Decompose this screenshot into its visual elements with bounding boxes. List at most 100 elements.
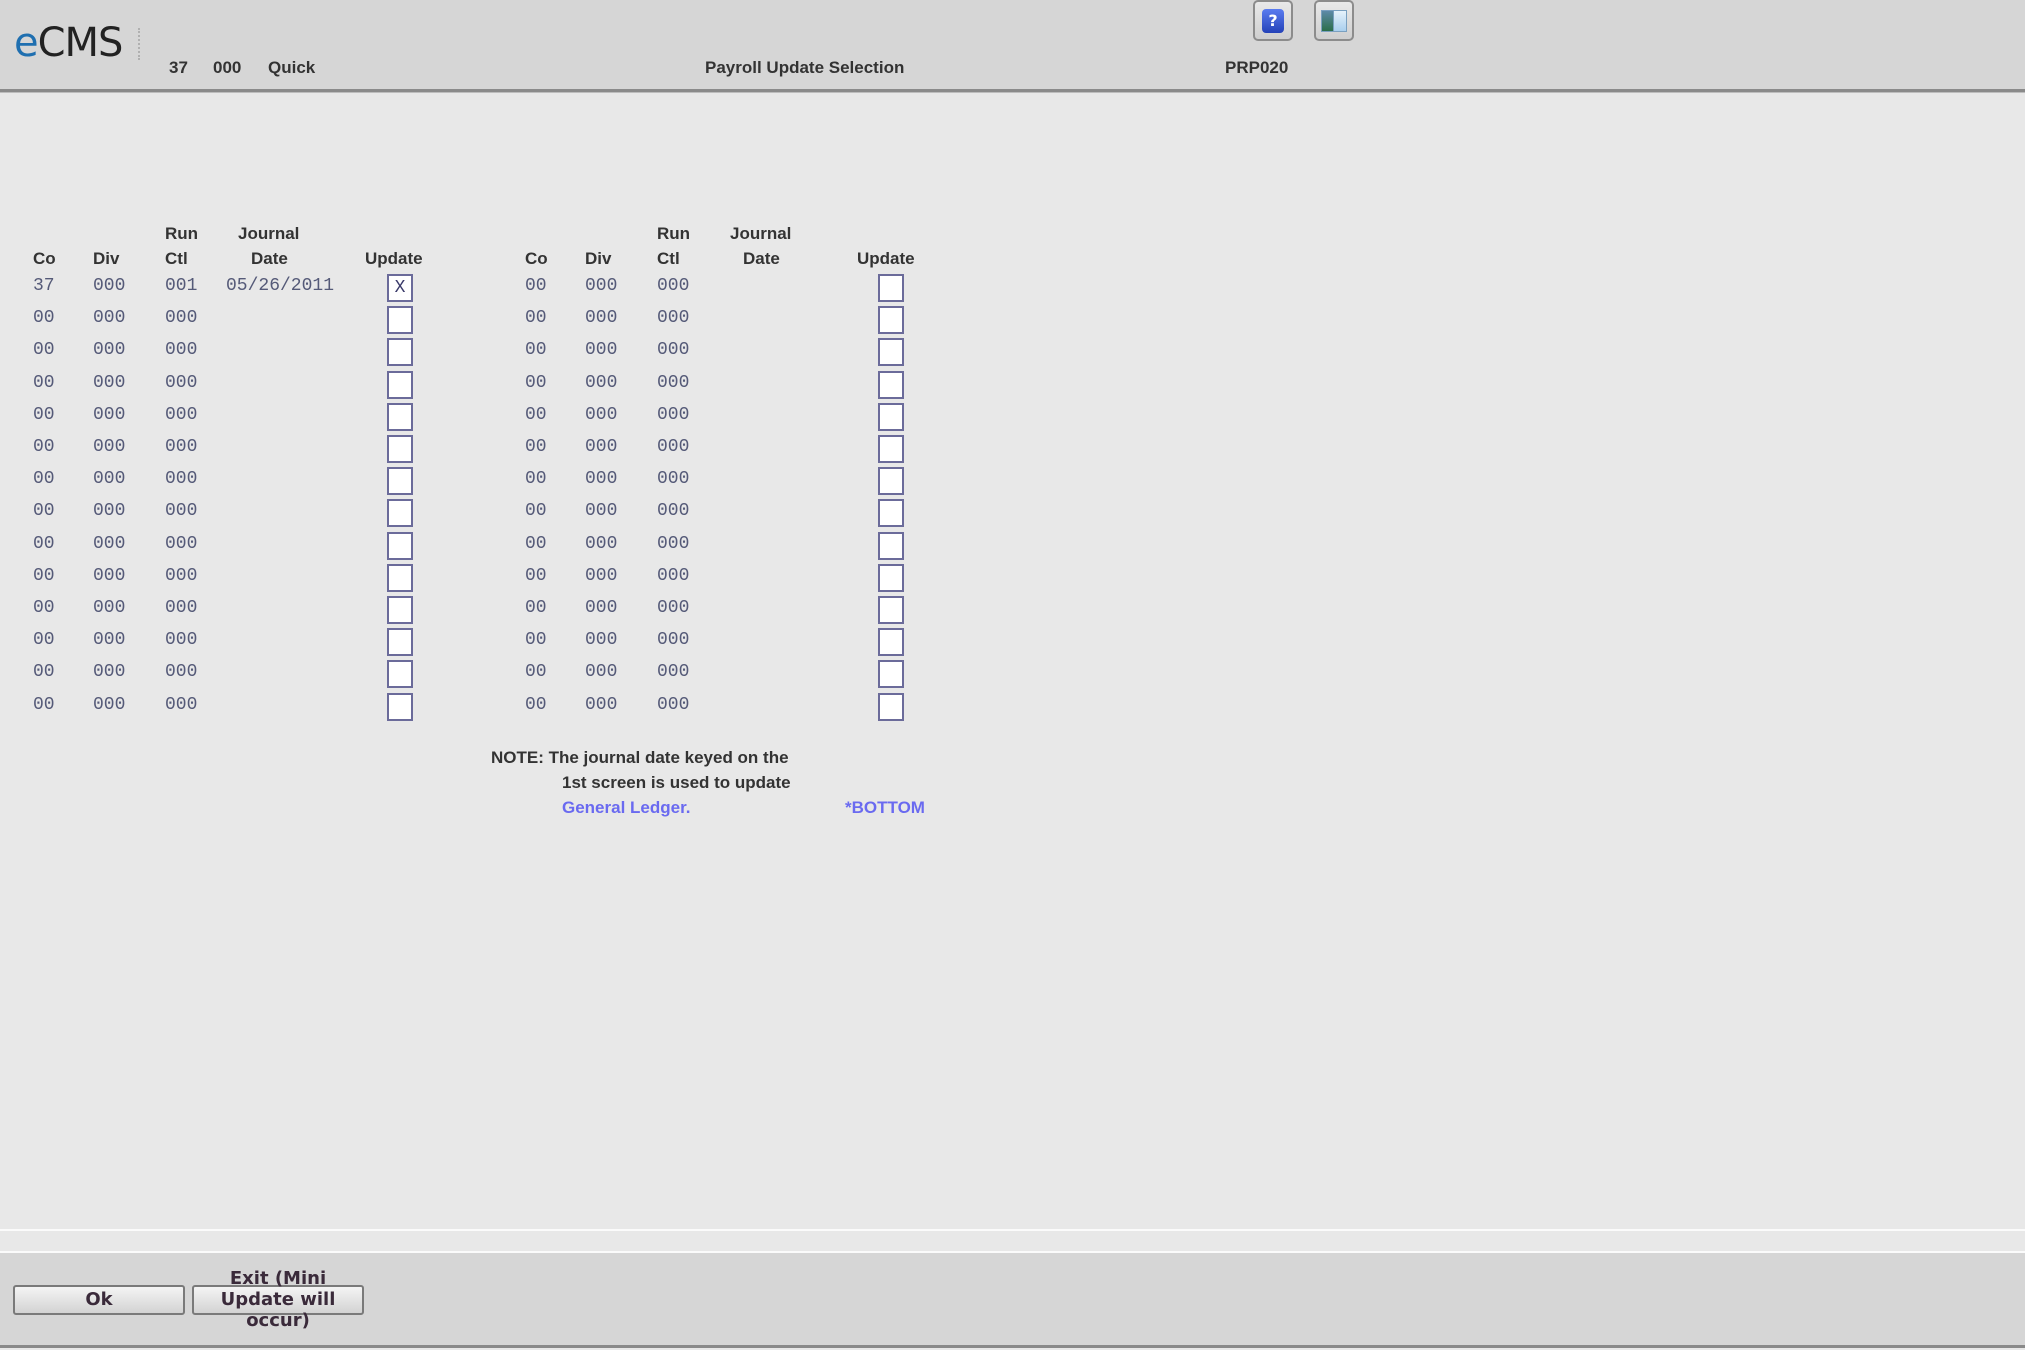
- update-checkbox[interactable]: [878, 435, 904, 463]
- run-ctl-value: 000: [165, 533, 198, 554]
- run-ctl-value: 000: [165, 308, 198, 329]
- col-header-run: Run: [165, 224, 199, 243]
- help-button[interactable]: ?: [1253, 0, 1293, 41]
- col-header-journal: Journal: [730, 224, 792, 243]
- update-checkbox[interactable]: [878, 499, 904, 528]
- run-ctl-value: 000: [657, 565, 690, 586]
- col-header-update: Update: [365, 249, 423, 268]
- update-checkbox[interactable]: [387, 531, 413, 560]
- run-ctl-value: 000: [165, 694, 198, 715]
- ok-button[interactable]: Ok: [13, 1285, 185, 1315]
- update-checkbox[interactable]: [387, 435, 413, 463]
- div-value: 000: [93, 340, 126, 361]
- header-bar: eCMS 37 000 Quick Payroll Update Selecti…: [0, 0, 2025, 92]
- run-ctl-value: 000: [165, 340, 198, 361]
- col-header-div: Div: [585, 249, 612, 268]
- co-value: 00: [525, 340, 547, 361]
- update-checkbox[interactable]: [878, 628, 904, 657]
- run-ctl-value: 000: [657, 533, 690, 554]
- run-ctl-value: 001: [165, 276, 198, 296]
- co-value: 00: [33, 372, 55, 393]
- co-value: 00: [525, 469, 547, 490]
- div-value: 000: [93, 469, 126, 490]
- div-value: 000: [585, 630, 618, 651]
- run-ctl-value: 000: [165, 437, 198, 457]
- update-checkbox[interactable]: [387, 660, 413, 689]
- col-header-update: Update: [857, 249, 915, 268]
- update-checkbox[interactable]: [878, 596, 904, 624]
- co-value: 00: [525, 694, 547, 715]
- co-value: 00: [525, 662, 547, 683]
- col-header-ctl: Ctl: [165, 249, 188, 268]
- div-value: 000: [585, 501, 618, 522]
- co-value: 00: [33, 501, 55, 522]
- co-value: 00: [525, 437, 547, 457]
- div-value: 000: [585, 308, 618, 329]
- update-checkbox[interactable]: [878, 338, 904, 367]
- co-value: 00: [33, 340, 55, 361]
- update-checkbox[interactable]: [387, 692, 413, 721]
- update-checkbox[interactable]: [387, 370, 413, 399]
- col-header-ctl: Ctl: [657, 249, 680, 268]
- co-value: 00: [33, 598, 55, 618]
- div-value: 000: [93, 533, 126, 554]
- update-checkbox[interactable]: [387, 563, 413, 592]
- div-value: 000: [585, 404, 618, 425]
- window-icon: [1321, 9, 1347, 32]
- update-checkbox[interactable]: [878, 692, 904, 721]
- co-value: 00: [33, 404, 55, 425]
- company-code: 37: [169, 58, 188, 77]
- update-checkbox[interactable]: [387, 467, 413, 496]
- div-value: 000: [93, 598, 126, 618]
- journal-date-value: 05/26/2011: [226, 276, 335, 296]
- update-checkbox[interactable]: [387, 499, 413, 528]
- col-header-date: Date: [743, 249, 780, 268]
- note-line-3: General Ledger.: [562, 798, 691, 817]
- update-checkbox[interactable]: [878, 531, 904, 560]
- update-checkbox[interactable]: [878, 306, 904, 335]
- co-value: 00: [33, 308, 55, 329]
- run-ctl-value: 000: [165, 372, 198, 393]
- program-id: PRP020: [1225, 58, 1289, 77]
- co-value: 00: [33, 662, 55, 683]
- div-value: 000: [585, 276, 618, 296]
- run-ctl-value: 000: [165, 469, 198, 490]
- div-value: 000: [585, 662, 618, 683]
- bottom-marker: *BOTTOM: [845, 798, 925, 817]
- update-checkbox[interactable]: [878, 370, 904, 399]
- update-checkbox[interactable]: [878, 467, 904, 496]
- update-checkbox[interactable]: [387, 338, 413, 367]
- window-button[interactable]: [1314, 0, 1354, 41]
- division-code: 000: [213, 58, 242, 77]
- run-ctl-value: 000: [657, 276, 690, 296]
- run-ctl-value: 000: [165, 404, 198, 425]
- exit-button[interactable]: Exit (Mini Update will occur): [192, 1268, 364, 1331]
- col-header-run: Run: [657, 224, 691, 243]
- update-checkbox[interactable]: X: [387, 274, 413, 302]
- co-value: 00: [525, 533, 547, 554]
- div-value: 000: [585, 340, 618, 361]
- update-checkbox[interactable]: [387, 402, 413, 431]
- co-value: 00: [525, 404, 547, 425]
- div-value: 000: [93, 694, 126, 715]
- update-checkbox[interactable]: [878, 563, 904, 592]
- update-checkbox[interactable]: [387, 628, 413, 657]
- run-ctl-value: 000: [657, 437, 690, 457]
- run-ctl-value: 000: [657, 501, 690, 522]
- run-ctl-value: 000: [165, 565, 198, 586]
- note-line-1: NOTE: The journal date keyed on the: [491, 748, 789, 767]
- update-checkbox[interactable]: [878, 402, 904, 431]
- run-ctl-value: 000: [657, 404, 690, 425]
- run-ctl-value: 000: [657, 469, 690, 490]
- run-ctl-value: 000: [657, 340, 690, 361]
- update-checkbox[interactable]: [878, 660, 904, 689]
- div-value: 000: [585, 694, 618, 715]
- co-value: 00: [525, 308, 547, 329]
- update-checkbox[interactable]: [878, 274, 904, 302]
- div-value: 000: [93, 404, 126, 425]
- co-value: 00: [525, 598, 547, 618]
- col-header-co: Co: [33, 249, 56, 268]
- run-ctl-value: 000: [657, 372, 690, 393]
- update-checkbox[interactable]: [387, 306, 413, 335]
- update-checkbox[interactable]: [387, 596, 413, 624]
